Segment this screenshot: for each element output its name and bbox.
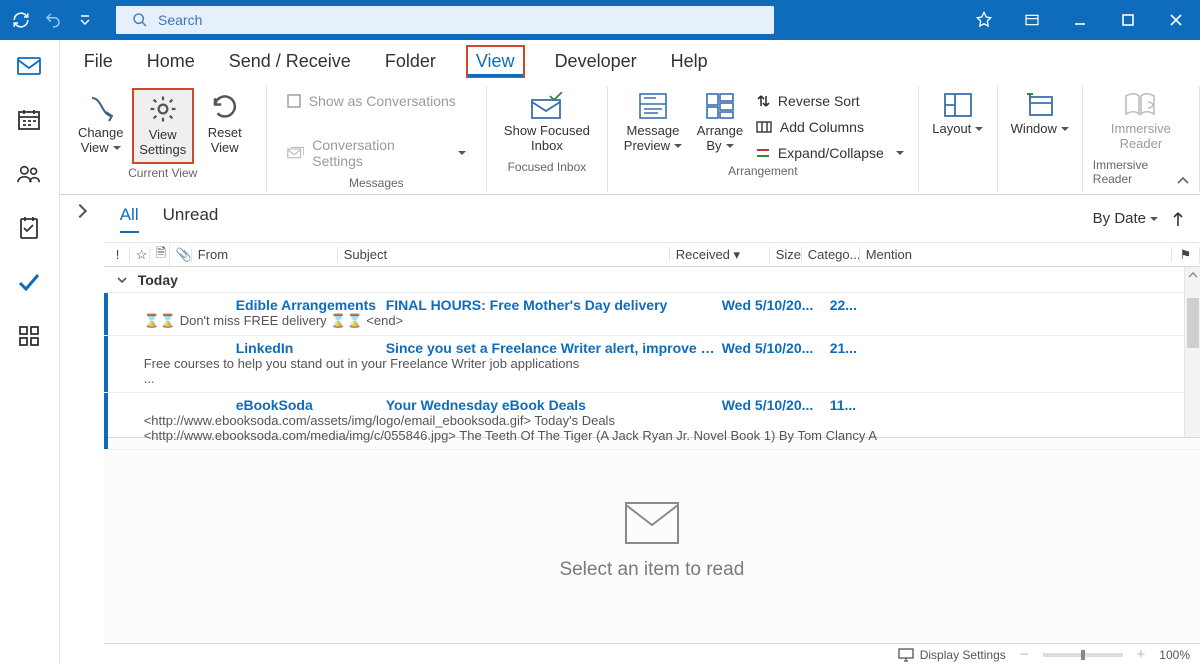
people-nav-icon[interactable] — [17, 162, 41, 186]
tasks-nav-icon[interactable] — [17, 270, 41, 294]
search-placeholder: Search — [158, 12, 202, 28]
reset-icon — [210, 92, 240, 122]
scrollbar[interactable] — [1184, 267, 1200, 437]
maximize-button[interactable] — [1104, 0, 1152, 40]
filter-unread[interactable]: Unread — [163, 205, 219, 233]
col-reminder[interactable]: ☆ — [130, 247, 150, 263]
sort-direction-icon[interactable] — [1172, 211, 1184, 227]
reading-pane-placeholder: Select an item to read — [559, 559, 744, 581]
zoom-level[interactable]: 100% — [1159, 648, 1190, 662]
arrange-by-icon — [705, 92, 735, 120]
collapse-ribbon-icon[interactable] — [1176, 174, 1190, 188]
add-columns-icon — [756, 121, 772, 133]
window-button[interactable]: Window — [1008, 88, 1072, 141]
col-importance[interactable]: ! — [110, 247, 130, 262]
gear-icon — [148, 94, 178, 124]
zoom-in-button[interactable]: + — [1137, 646, 1146, 663]
qat-dropdown-icon[interactable] — [76, 11, 94, 29]
col-received[interactable]: Received ▾ — [670, 247, 770, 263]
tab-help[interactable]: Help — [667, 45, 712, 78]
ribbon: Change View View Settings Reset View Cur… — [60, 82, 1200, 195]
zoom-out-button[interactable]: − — [1020, 646, 1029, 663]
sync-icon[interactable] — [12, 11, 30, 29]
view-settings-button[interactable]: View Settings — [132, 88, 194, 164]
notes-icon[interactable] — [17, 216, 41, 240]
conversation-icon — [287, 146, 305, 160]
change-view-icon — [86, 92, 116, 122]
title-bar: Search — [0, 0, 1200, 40]
window-icon — [1025, 92, 1055, 118]
focused-inbox-icon — [530, 92, 564, 120]
arrange-by-button[interactable]: Arrange By — [688, 88, 752, 158]
expand-collapse-icon — [756, 147, 770, 159]
col-subject[interactable]: Subject — [338, 247, 670, 262]
message-row[interactable]: LinkedIn Since you set a Freelance Write… — [104, 336, 1200, 393]
message-row[interactable]: eBookSoda Your Wednesday eBook Deals Wed… — [104, 393, 1200, 450]
group-focused-inbox: Focused Inbox — [508, 160, 587, 174]
layout-button[interactable]: Layout — [929, 88, 987, 141]
premium-icon[interactable] — [960, 0, 1008, 40]
reverse-sort-button[interactable]: Reverse Sort — [752, 92, 908, 110]
expand-folder-pane-icon[interactable] — [66, 201, 94, 221]
group-today[interactable]: Today — [104, 267, 1200, 293]
filter-all[interactable]: All — [120, 205, 139, 233]
column-header-row[interactable]: ! ☆ 🗎 📎 From Subject Received ▾ Size Cat… — [104, 243, 1200, 267]
close-button[interactable] — [1152, 0, 1200, 40]
col-mention[interactable]: Mention — [860, 247, 1172, 262]
show-as-conversations-checkbox: Show as Conversations — [283, 92, 470, 110]
reading-pane: Select an item to read — [104, 437, 1200, 643]
envelope-icon — [624, 501, 680, 545]
more-apps-icon[interactable] — [17, 324, 41, 348]
immersive-reader-button: Immersive Reader — [1101, 88, 1181, 156]
immersive-reader-icon — [1124, 92, 1158, 118]
group-messages: Messages — [349, 176, 404, 190]
col-from[interactable]: From — [192, 247, 338, 262]
group-arrangement: Arrangement — [728, 164, 797, 178]
tab-file[interactable]: File — [80, 45, 117, 78]
add-columns-button[interactable]: Add Columns — [752, 118, 908, 136]
folder-pane-collapsed — [60, 195, 104, 665]
tab-home[interactable]: Home — [143, 45, 199, 78]
calendar-nav-icon[interactable] — [17, 108, 41, 132]
navigation-rail — [0, 40, 60, 665]
group-immersive-reader: Immersive Reader — [1093, 158, 1189, 186]
reset-view-button[interactable]: Reset View — [194, 88, 256, 160]
scroll-up-icon[interactable] — [1188, 270, 1198, 280]
ribbon-mode-icon[interactable] — [1008, 0, 1056, 40]
col-size[interactable]: Size — [770, 247, 802, 262]
col-icon[interactable]: 🗎 — [150, 244, 170, 266]
search-icon — [132, 12, 148, 28]
tab-view[interactable]: View — [466, 45, 525, 78]
message-preview-icon — [638, 92, 668, 120]
message-preview-button[interactable]: Message Preview — [618, 88, 688, 158]
search-box[interactable]: Search — [116, 6, 774, 34]
change-view-button[interactable]: Change View — [70, 88, 132, 160]
col-attachment[interactable]: 📎 — [170, 247, 192, 263]
tab-send-receive[interactable]: Send / Receive — [225, 45, 355, 78]
status-bar: Display Settings − + 100% — [104, 643, 1200, 665]
message-row[interactable]: Edible Arrangements FINAL HOURS: Free Mo… — [104, 293, 1200, 336]
sort-by-button[interactable]: By Date — [1093, 210, 1158, 227]
scrollbar-thumb[interactable] — [1187, 298, 1199, 348]
tab-developer[interactable]: Developer — [551, 45, 641, 78]
tab-folder[interactable]: Folder — [381, 45, 440, 78]
checkbox-icon — [287, 94, 301, 108]
col-flag-filter[interactable]: ⚑ — [1172, 247, 1200, 263]
display-settings-button[interactable]: Display Settings — [898, 648, 1006, 662]
conversation-settings-button: Conversation Settings — [283, 136, 470, 170]
reverse-sort-icon — [756, 94, 770, 108]
minimize-button[interactable] — [1056, 0, 1104, 40]
col-category[interactable]: Catego... — [802, 247, 860, 262]
show-focused-inbox-button[interactable]: Show Focused Inbox — [497, 88, 597, 158]
expand-collapse-button[interactable]: Expand/Collapse — [752, 144, 908, 162]
group-current-view: Current View — [128, 166, 197, 180]
undo-icon[interactable] — [44, 11, 62, 29]
zoom-slider[interactable] — [1043, 653, 1123, 657]
mail-nav-icon[interactable] — [17, 54, 41, 78]
message-list-toolbar: All Unread By Date — [104, 195, 1200, 243]
chevron-down-icon — [116, 274, 128, 286]
layout-icon — [943, 92, 973, 118]
display-icon — [898, 648, 914, 662]
